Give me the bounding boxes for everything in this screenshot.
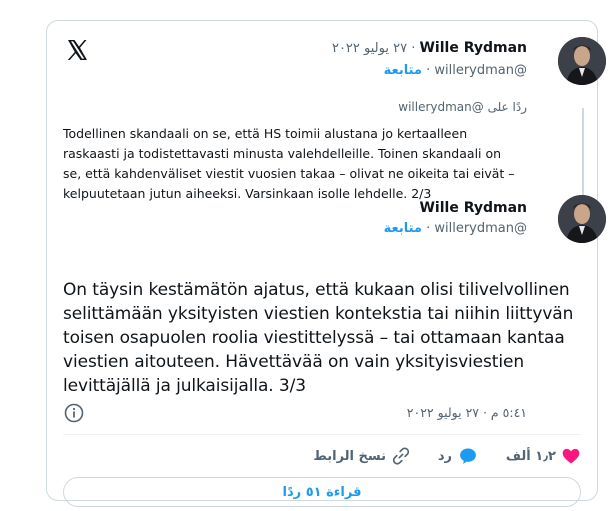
copy-link-label: نسخ الرابط	[313, 448, 386, 464]
avatar[interactable]	[558, 37, 606, 85]
reply-to-label: ردًا على	[487, 100, 527, 114]
tweet-date[interactable]: ٢٧ يوليو ٢٠٢٢	[332, 41, 407, 56]
quoted-tweet-header: Wille Rydman · ٢٧ يوليو ٢٠٢٢	[331, 40, 527, 56]
embedded-tweet-card: Wille Rydman · ٢٧ يوليو ٢٠٢٢ @willerydma…	[46, 20, 606, 507]
quoted-tweet-text: Todellinen skandaali on se, että HS toim…	[63, 126, 515, 201]
info-icon[interactable]	[64, 403, 84, 423]
reply-to-handle[interactable]: @willerydman	[398, 100, 484, 114]
link-icon	[392, 447, 410, 465]
author-handle[interactable]: @willerydman	[434, 63, 527, 78]
follow-button[interactable]: متابعة	[384, 221, 422, 236]
action-bar: ١٫٢ ألف رد نسخ الرابط	[47, 444, 597, 468]
read-replies-button[interactable]: قراءة ٥١ ردًا	[63, 477, 581, 507]
reply-label: رد	[437, 448, 452, 464]
like-button[interactable]: ١٫٢ ألف	[506, 444, 581, 468]
divider	[63, 434, 581, 435]
copy-link-button[interactable]: نسخ الرابط	[313, 444, 411, 468]
main-tweet-text: On täysin kestämätön ajatus, että kukaan…	[63, 280, 574, 396]
main-tweet-header: Wille Rydman	[419, 200, 527, 216]
author-name[interactable]: Wille Rydman	[419, 40, 527, 56]
author-handle[interactable]: @willerydman	[434, 221, 527, 236]
reply-to-line: ردًا على @willerydman	[398, 100, 527, 114]
author-name[interactable]: Wille Rydman	[419, 200, 527, 216]
x-logo-icon[interactable]	[65, 38, 89, 62]
follow-button[interactable]: متابعة	[384, 63, 422, 78]
avatar[interactable]	[558, 195, 606, 243]
tweet-timestamp[interactable]: ٥:٤١ م · ٢٧ يوليو ٢٠٢٢	[407, 405, 527, 420]
main-tweet-handle-row: @willerydman · متابعة	[383, 221, 527, 236]
reply-bubble-icon	[460, 448, 476, 464]
reply-button[interactable]: رد	[438, 444, 479, 468]
heart-icon	[562, 448, 580, 464]
likes-count: ١٫٢ ألف	[505, 448, 556, 464]
quoted-tweet-handle-row: @willerydman · متابعة	[383, 63, 527, 78]
